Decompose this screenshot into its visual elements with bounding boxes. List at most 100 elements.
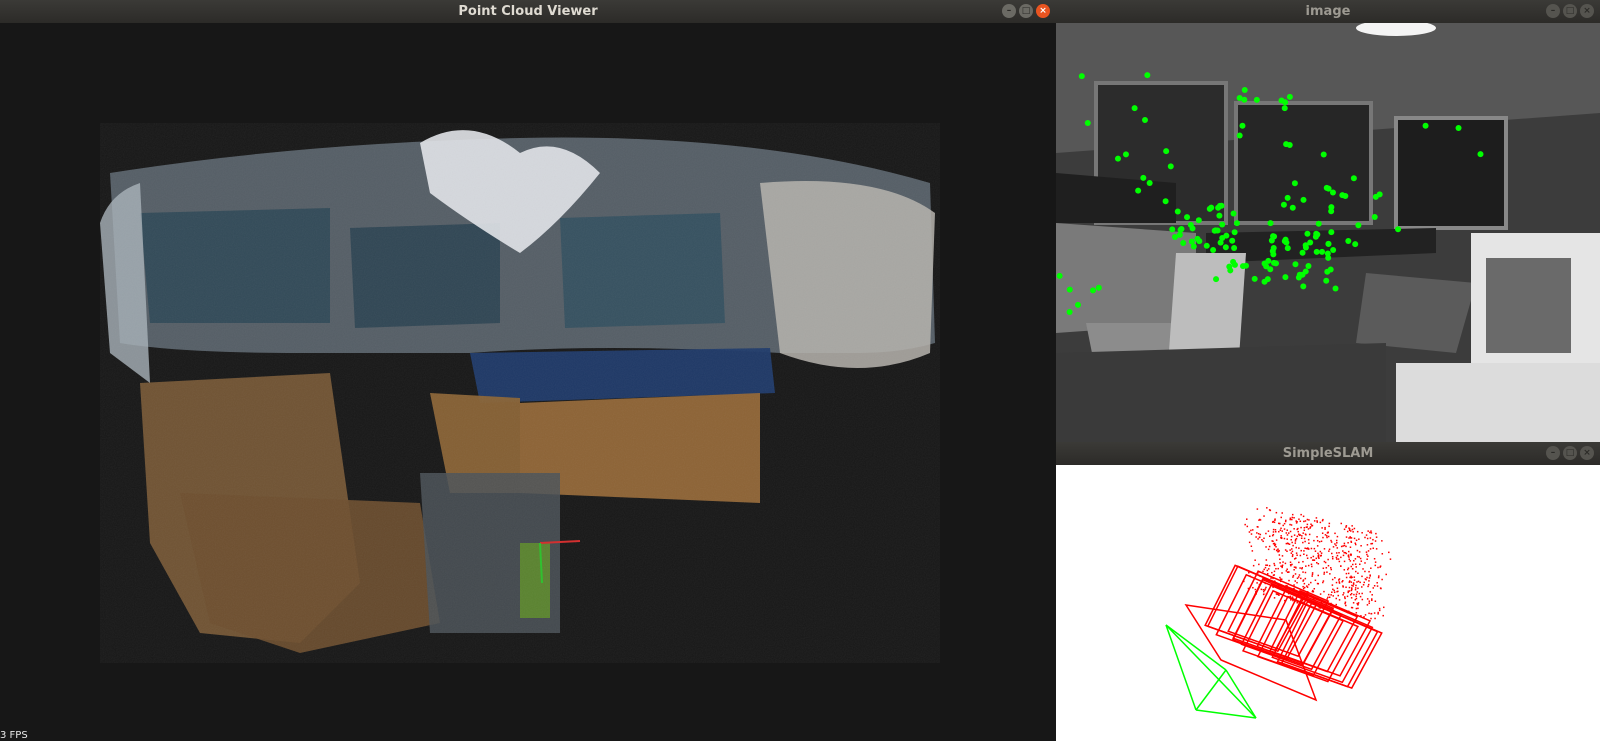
map-point [1280, 535, 1282, 537]
floor [1056, 343, 1386, 442]
point-cloud-viewer-titlebar[interactable]: Point Cloud Viewer – □ × [0, 0, 1056, 23]
map-point [1344, 597, 1346, 600]
feature-point [1313, 248, 1320, 255]
camera-frame [1056, 23, 1600, 442]
map-point [1303, 586, 1306, 589]
map-point [1362, 584, 1365, 586]
close-button[interactable]: × [1580, 4, 1594, 18]
map-point [1367, 550, 1370, 552]
minimize-button[interactable]: – [1546, 4, 1560, 18]
feature-point [1376, 191, 1383, 198]
map-point [1357, 607, 1359, 610]
map-point [1347, 550, 1350, 553]
map-point [1272, 533, 1275, 536]
map-point [1281, 566, 1283, 569]
map-point [1317, 555, 1320, 558]
map-point [1350, 575, 1352, 578]
map-point [1259, 533, 1262, 536]
slam-map[interactable] [1056, 465, 1600, 741]
maximize-button[interactable]: □ [1563, 4, 1577, 18]
point-cloud-canvas[interactable]: 3 FPS [0, 23, 1056, 741]
feature-point [1264, 276, 1271, 283]
map-point [1258, 563, 1260, 566]
map-point [1350, 553, 1352, 556]
map-point [1375, 532, 1377, 535]
simpleslam-titlebar[interactable]: SimpleSLAM – □ × [1056, 442, 1600, 465]
map-point [1335, 556, 1338, 559]
map-point [1308, 519, 1310, 521]
map-point [1355, 607, 1358, 610]
map-point [1347, 554, 1350, 556]
map-point [1309, 527, 1311, 529]
close-button[interactable]: × [1580, 446, 1594, 460]
map-point [1303, 582, 1306, 585]
map-point [1366, 544, 1369, 546]
map-point [1319, 550, 1322, 553]
maximize-button[interactable]: □ [1019, 4, 1033, 18]
map-point [1370, 617, 1372, 620]
map-point [1278, 530, 1280, 533]
feature-point [1135, 187, 1142, 194]
map-point [1257, 532, 1260, 535]
map-point [1323, 590, 1325, 593]
feature-point [1282, 99, 1289, 106]
map-point [1280, 527, 1282, 530]
feature-point [1315, 220, 1322, 227]
feature-point [1342, 193, 1349, 200]
map-point [1336, 587, 1339, 590]
map-point [1258, 536, 1261, 538]
map-point [1272, 542, 1275, 545]
map-point [1343, 528, 1346, 531]
map-point [1313, 520, 1316, 522]
map-point [1303, 537, 1306, 540]
map-point [1258, 518, 1261, 521]
map-point [1351, 567, 1354, 570]
map-point [1308, 583, 1310, 586]
map-point [1355, 584, 1357, 587]
close-button[interactable]: × [1036, 4, 1050, 18]
map-point [1374, 561, 1377, 563]
map-point [1338, 582, 1341, 584]
map-point [1356, 581, 1358, 583]
map-point [1331, 552, 1333, 555]
map-point [1268, 564, 1271, 567]
map-point [1342, 554, 1345, 557]
map-point [1350, 597, 1353, 599]
map-point [1298, 518, 1300, 520]
map-point [1340, 545, 1343, 548]
map-point [1382, 606, 1385, 609]
map-point [1366, 576, 1368, 579]
map-point [1327, 564, 1330, 567]
microwave-door [1486, 258, 1571, 353]
map-point [1246, 525, 1249, 528]
map-point [1302, 579, 1305, 581]
map-point [1370, 532, 1373, 534]
minimize-button[interactable]: – [1546, 446, 1560, 460]
map-point [1369, 548, 1372, 550]
minimize-button[interactable]: – [1002, 4, 1016, 18]
feature-point [1282, 274, 1289, 281]
map-point [1325, 535, 1328, 537]
point-cloud-render[interactable] [0, 23, 1056, 741]
map-point [1354, 563, 1357, 565]
map-point [1355, 539, 1358, 542]
feature-point [1328, 229, 1335, 236]
maximize-button[interactable]: □ [1563, 446, 1577, 460]
map-point [1273, 597, 1276, 599]
map-point [1358, 538, 1360, 540]
map-point [1275, 511, 1278, 514]
map-point [1364, 614, 1367, 616]
slam-map-canvas[interactable] [1056, 465, 1600, 741]
image-titlebar[interactable]: image – □ × [1056, 0, 1600, 23]
map-point [1287, 542, 1289, 545]
map-point [1352, 582, 1355, 584]
map-point [1338, 599, 1341, 601]
trajectory-frustum [1184, 604, 1318, 702]
map-point [1345, 604, 1347, 607]
map-point [1291, 518, 1293, 521]
feature-point [1270, 259, 1277, 266]
map-point [1337, 590, 1339, 593]
map-point [1351, 606, 1354, 609]
map-point [1372, 547, 1375, 550]
fridge [1396, 363, 1600, 442]
